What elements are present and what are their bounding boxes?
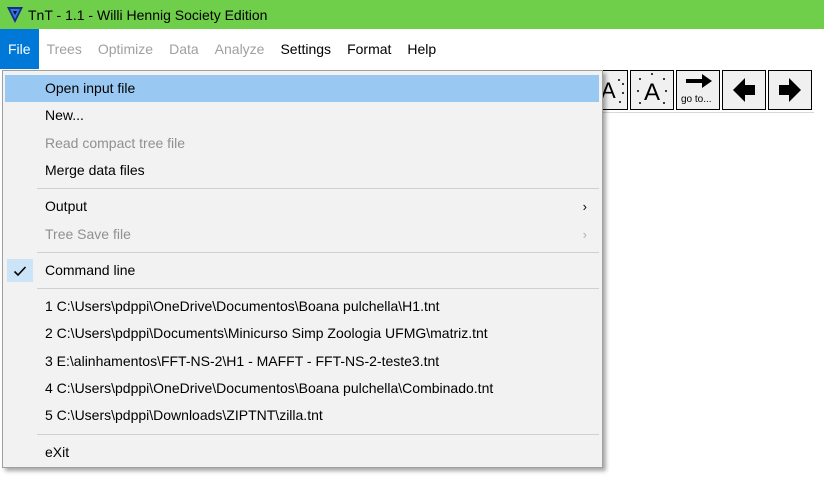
tnt-logo-icon <box>6 6 24 24</box>
menu-bar: File Trees Optimize Data Analyze Setting… <box>0 29 824 69</box>
menu-item-label: 5 C:\Users\pdppi\Downloads\ZIPTNT\zilla.… <box>45 407 323 423</box>
chevron-right-icon: › <box>582 227 587 242</box>
arrow-left-icon <box>729 75 759 105</box>
menu-item-recent-file-5[interactable]: 5 C:\Users\pdppi\Downloads\ZIPTNT\zilla.… <box>5 402 599 429</box>
menu-data[interactable]: Data <box>161 29 207 69</box>
menu-help[interactable]: Help <box>399 29 444 69</box>
menu-item-read-compact-tree-file[interactable]: Read compact tree file <box>5 130 599 157</box>
menu-format[interactable]: Format <box>339 29 399 69</box>
menu-item-label: 1 C:\Users\pdppi\OneDrive\Documentos\Boa… <box>45 298 440 314</box>
menu-item-label: Read compact tree file <box>45 135 186 151</box>
menu-item-merge-data-files[interactable]: Merge data files <box>5 157 599 184</box>
menu-item-label: Tree Save file <box>45 226 131 242</box>
toolbar-button-arrow-left[interactable] <box>722 70 766 110</box>
menu-item-command-line[interactable]: Command line <box>5 257 599 284</box>
menu-item-tree-save-file[interactable]: Tree Save file › <box>5 221 599 248</box>
chevron-right-icon: › <box>582 199 587 214</box>
go-to-icon: go to... <box>678 71 718 109</box>
menu-item-label: 4 C:\Users\pdppi\OneDrive\Documentos\Boa… <box>45 380 494 396</box>
menu-file[interactable]: File <box>0 29 39 69</box>
toolbar-button-arrow-right[interactable] <box>768 70 812 110</box>
toolbar-button-letter-a[interactable]: A <box>630 70 674 110</box>
menu-item-recent-file-4[interactable]: 4 C:\Users\pdppi\OneDrive\Documentos\Boa… <box>5 375 599 402</box>
checkmark-icon <box>7 259 33 282</box>
toolbar-button-go-to[interactable]: go to... <box>676 70 720 110</box>
go-to-text: go to... <box>681 94 712 105</box>
menu-settings[interactable]: Settings <box>272 29 339 69</box>
menu-item-recent-file-2[interactable]: 2 C:\Users\pdppi\Documents\Minicurso Sim… <box>5 320 599 347</box>
menu-item-new[interactable]: New... <box>5 102 599 129</box>
menu-item-label: New... <box>45 107 84 123</box>
menu-separator <box>37 288 599 289</box>
menu-item-output[interactable]: Output › <box>5 193 599 220</box>
file-menu-dropdown: Open input file New... Read compact tree… <box>2 70 603 468</box>
arrow-right-icon <box>775 75 805 105</box>
menu-item-recent-file-3[interactable]: 3 E:\alinhamentos\FFT-NS-2\H1 - MAFFT - … <box>5 348 599 375</box>
menu-item-label: eXit <box>45 444 70 460</box>
toolbar: A A go to... <box>598 70 814 113</box>
menu-item-label: 2 C:\Users\pdppi\Documents\Minicurso Sim… <box>45 325 488 341</box>
menu-item-label: Open input file <box>45 80 136 96</box>
menu-optimize[interactable]: Optimize <box>90 29 161 69</box>
letter-a-text: A <box>644 79 660 106</box>
menu-item-label: Merge data files <box>45 162 145 178</box>
menu-item-exit[interactable]: eXit <box>5 439 599 466</box>
window-title: TnT - 1.1 - Willi Hennig Society Edition <box>28 6 268 23</box>
menu-item-label: Command line <box>45 262 136 278</box>
menu-separator <box>37 188 599 189</box>
menu-analyze[interactable]: Analyze <box>207 29 273 69</box>
title-bar: TnT - 1.1 - Willi Hennig Society Edition <box>0 0 824 29</box>
menu-separator <box>37 434 599 435</box>
menu-separator <box>37 252 599 253</box>
menu-trees[interactable]: Trees <box>39 29 90 69</box>
letter-a-icon: A <box>632 71 672 109</box>
menu-item-label: Output <box>45 198 88 214</box>
menu-item-recent-file-1[interactable]: 1 C:\Users\pdppi\OneDrive\Documentos\Boa… <box>5 293 599 320</box>
menu-item-label: 3 E:\alinhamentos\FFT-NS-2\H1 - MAFFT - … <box>45 353 440 369</box>
menu-item-open-input-file[interactable]: Open input file <box>5 75 599 102</box>
